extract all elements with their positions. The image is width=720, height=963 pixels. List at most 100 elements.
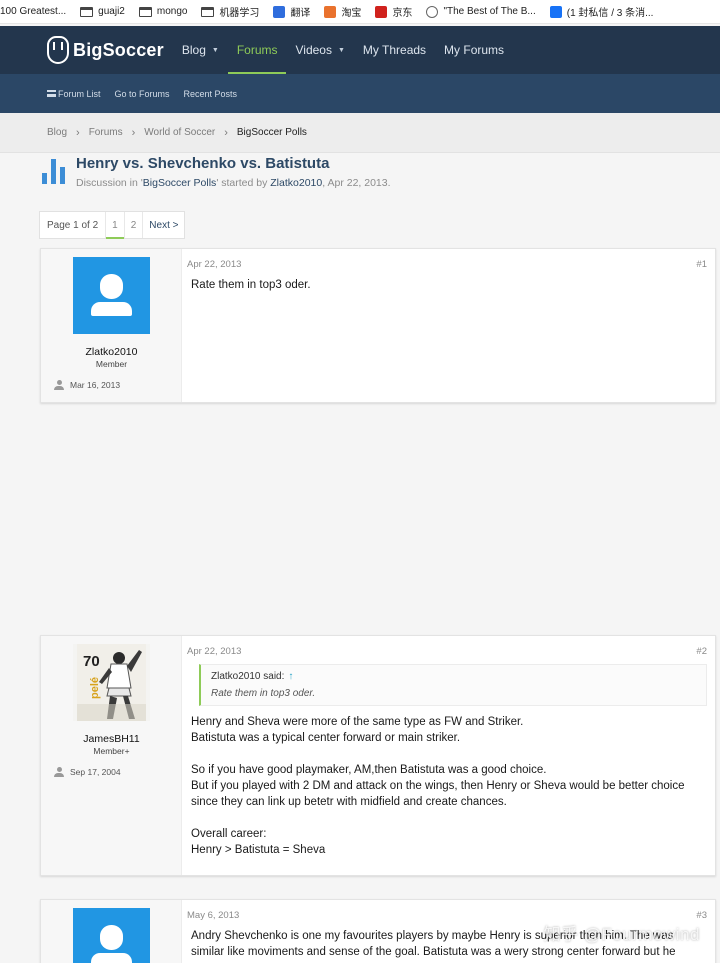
bookmark-item[interactable]: guaji2 (80, 6, 125, 17)
page-1-link[interactable]: 1 (106, 212, 125, 239)
username[interactable]: Zlatko2010 (41, 346, 182, 358)
quote-author-text: Zlatko2010 said: (211, 671, 285, 682)
player-photo-icon: pelé 70 (77, 644, 146, 721)
nav-label: Forums (236, 43, 278, 57)
joined-date: Mar 16, 2013 (54, 380, 120, 390)
post-number[interactable]: #2 (696, 646, 707, 657)
subnav-go-to-forums[interactable]: Go to Forums (115, 89, 170, 99)
meta-date: , Apr 22, 2013. (322, 177, 391, 189)
chevron-right-icon: › (224, 126, 228, 139)
nav-label: My Threads (362, 43, 427, 57)
bookmark-label: (1 封私信 / 3 条消... (566, 8, 654, 19)
nav-blog[interactable]: Blog ▼ (173, 26, 228, 74)
bookmark-item[interactable]: 翻译 (273, 4, 310, 19)
default-avatar-icon (100, 274, 123, 299)
svg-text:70: 70 (83, 653, 100, 670)
breadcrumb-item[interactable]: BigSoccer Polls (237, 127, 307, 138)
page-title: Henry vs. Shevchenko vs. Batistuta (76, 155, 330, 172)
nav-label: Videos (295, 43, 332, 57)
breadcrumb-item[interactable]: World of Soccer › (144, 127, 237, 139)
avatar[interactable]: pelé 70 (73, 644, 150, 721)
joined-text: Sep 17, 2004 (70, 767, 121, 777)
poll-icon (42, 159, 65, 184)
post: pelé 70 JamesBH11 Member+ Sep 17, 2004 A… (40, 635, 716, 876)
nav-videos[interactable]: Videos ▼ (286, 26, 353, 74)
post-number[interactable]: #1 (696, 259, 707, 270)
page-2-link[interactable]: 2 (125, 212, 144, 238)
post-date[interactable]: Apr 22, 2013 (187, 646, 241, 657)
breadcrumb-label: Forums (88, 127, 123, 138)
avatar[interactable] (73, 908, 150, 963)
folder-icon (138, 6, 152, 17)
meta-text: ' started by (216, 177, 271, 189)
bookmark-item[interactable]: mongo (138, 6, 188, 17)
breadcrumb-label: Blog (47, 127, 68, 138)
post-text: Overall career: (191, 828, 267, 840)
bookmarks-bar: 100 Greatest... guaji2 mongo 机器学习 翻译 淘宝 … (0, 0, 720, 24)
post-text: Henry > Batistuta = Sheva (191, 844, 326, 856)
author-link[interactable]: Zlatko2010 (270, 177, 322, 189)
post-text: So if you have good playmaker, AM,then B… (191, 764, 547, 776)
nav-forums[interactable]: Forums (227, 26, 287, 74)
pagination: Page 1 of 2 1 2 Next > (39, 211, 186, 239)
default-avatar-body (91, 302, 132, 316)
bookmark-item[interactable]: 淘宝 (324, 4, 361, 19)
meta-text: Discussion in ' (76, 177, 143, 189)
bookmark-label: 机器学习 (219, 8, 260, 19)
caret-down-icon: ▼ (211, 46, 219, 54)
watermark: 知乎 @Fourmowind (543, 925, 700, 944)
nav-label: My Forums (444, 43, 505, 57)
post-date[interactable]: Apr 22, 2013 (187, 259, 241, 270)
quote-block: Zlatko2010 said: ↑ Rate them in top3 oder… (199, 664, 707, 706)
bookmark-item[interactable]: 机器学习 (201, 4, 259, 19)
post-text: But if you played with 2 DM and attack o… (191, 780, 685, 792)
bookmark-label: 100 Greatest... (0, 6, 67, 17)
post-user-panel (41, 900, 182, 963)
bookmark-label: 淘宝 (341, 8, 362, 19)
quote-text: Rate them in top3 oder. (211, 688, 316, 699)
chevron-right-icon: › (76, 126, 80, 139)
list-icon (47, 90, 56, 97)
next-page-link[interactable]: Next > (143, 212, 184, 238)
username[interactable]: JamesBH11 (41, 733, 182, 745)
subnav-label: Recent Posts (183, 88, 238, 99)
user-icon (54, 767, 64, 777)
post-text: similar like moviments and sense of the … (191, 946, 676, 958)
nav-my-threads[interactable]: My Threads (354, 26, 435, 74)
post-text: Henry and Sheva were more of the same ty… (191, 716, 524, 728)
bookmark-label: mongo (156, 6, 188, 17)
site-logo[interactable]: BigSoccer (47, 36, 164, 64)
subnav-recent-posts[interactable]: Recent Posts (184, 89, 238, 99)
sub-nav: Forum List Go to Forums Recent Posts (0, 74, 720, 113)
subnav-label: Go to Forums (114, 88, 170, 99)
post-user-panel: pelé 70 JamesBH11 Member+ Sep 17, 2004 (41, 636, 182, 875)
svg-text:pelé: pelé (89, 677, 101, 699)
post-body: Henry and Sheva were more of the same ty… (191, 714, 691, 858)
thread-header: Henry vs. Shevchenko vs. Batistuta Discu… (40, 154, 700, 194)
subnav-forum-list[interactable]: Forum List (47, 89, 101, 99)
jump-to-quote-icon[interactable]: ↑ (288, 671, 293, 682)
avatar[interactable] (73, 257, 150, 334)
bookmark-item[interactable]: (1 封私信 / 3 条消... (549, 4, 654, 19)
post-text: Batistuta was a typical center forward o… (191, 732, 461, 744)
bookmark-item[interactable]: 100 Greatest... (0, 6, 66, 17)
bookmark-item[interactable]: "The Best of The B... (426, 5, 536, 18)
nav-label: Blog (181, 43, 206, 57)
subnav-label: Forum List (58, 88, 101, 99)
bookmark-item[interactable]: 京东 (375, 4, 412, 19)
post-body: Rate them in top3 oder. (191, 277, 691, 293)
post-date[interactable]: May 6, 2013 (187, 910, 239, 921)
breadcrumb-item[interactable]: Forums › (89, 127, 145, 139)
nav-my-forums[interactable]: My Forums (435, 26, 513, 74)
logo-text: BigSoccer (73, 39, 164, 60)
globe-icon (426, 5, 439, 18)
thread-meta: Discussion in 'BigSoccer Polls' started … (76, 177, 391, 189)
bookmark-label: 京东 (392, 8, 413, 19)
breadcrumb-item[interactable]: Blog › (47, 127, 89, 139)
folder-icon (80, 6, 94, 17)
post-text: Rate them in top3 oder. (191, 279, 311, 291)
user-title: Member (95, 359, 128, 369)
forum-link[interactable]: BigSoccer Polls (143, 177, 217, 189)
